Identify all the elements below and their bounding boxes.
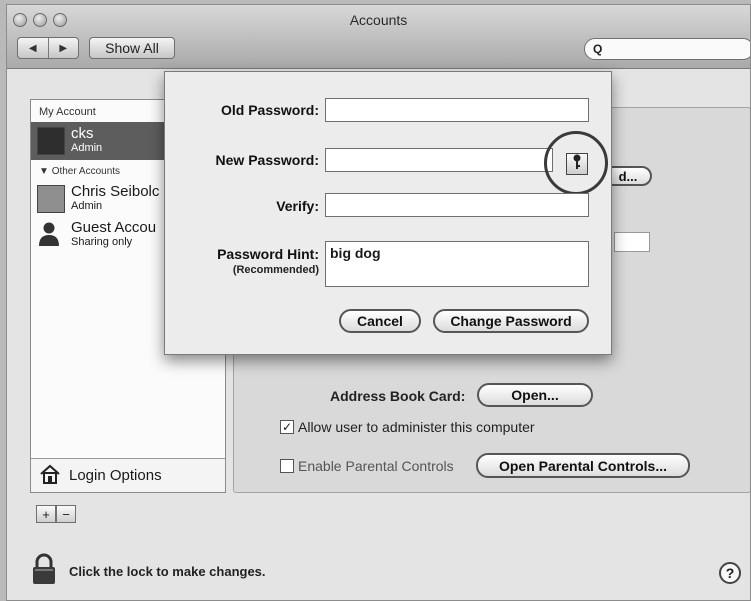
back-forward-control: ◀ ▶ bbox=[17, 37, 79, 59]
password-hint-field[interactable]: big dog bbox=[325, 241, 589, 287]
show-all-button[interactable]: Show All bbox=[89, 37, 175, 59]
new-password-field[interactable] bbox=[325, 148, 553, 172]
account-role: Admin bbox=[71, 200, 103, 212]
account-name: cks bbox=[71, 125, 94, 142]
search-icon: Q bbox=[593, 42, 603, 56]
person-icon bbox=[37, 221, 65, 249]
change-password-button[interactable]: Change Password bbox=[433, 309, 589, 333]
account-name: Guest Accou bbox=[71, 219, 157, 236]
allow-admin-label: Allow user to administer this computer bbox=[298, 419, 535, 435]
password-assistant-button[interactable] bbox=[566, 153, 588, 175]
open-parental-controls-button[interactable]: Open Parental Controls... bbox=[476, 453, 690, 478]
parental-controls-checkbox[interactable] bbox=[280, 459, 294, 473]
parental-controls-label: Enable Parental Controls bbox=[298, 458, 454, 474]
password-hint-label: Password Hint: bbox=[217, 246, 319, 262]
user-avatar bbox=[37, 127, 65, 155]
login-options-label: Login Options bbox=[69, 467, 162, 484]
search-input[interactable]: Q bbox=[584, 38, 750, 60]
new-password-label: New Password: bbox=[215, 152, 319, 168]
account-role: Sharing only bbox=[71, 236, 133, 248]
allow-admin-row: ✓ Allow user to administer this computer bbox=[280, 419, 535, 435]
verify-field[interactable] bbox=[325, 193, 589, 217]
verify-label: Verify: bbox=[276, 198, 319, 214]
lock-area: Click the lock to make changes. bbox=[31, 553, 266, 590]
help-button[interactable]: ? bbox=[719, 562, 741, 584]
other-accounts-header: ▼ Other Accounts bbox=[39, 166, 121, 177]
titlebar: Accounts ◀ ▶ Show All Q bbox=[7, 5, 750, 69]
old-password-field[interactable] bbox=[325, 98, 589, 122]
my-account-header: My Account bbox=[39, 106, 96, 118]
disclosure-triangle-icon[interactable]: ▼ bbox=[39, 166, 49, 177]
account-role: Admin bbox=[71, 142, 103, 154]
parental-row: Enable Parental Controls bbox=[280, 458, 454, 474]
recommended-label: (Recommended) bbox=[232, 264, 319, 276]
add-remove-control: + − bbox=[36, 505, 76, 523]
account-name: Chris Seibolc bbox=[71, 183, 160, 200]
login-options-item[interactable]: Login Options bbox=[31, 458, 225, 492]
user-avatar bbox=[37, 185, 65, 213]
key-icon bbox=[572, 154, 582, 175]
address-book-label: Address Book Card: bbox=[330, 388, 466, 404]
open-address-card-button[interactable]: Open... bbox=[477, 383, 593, 407]
window-title: Accounts bbox=[349, 12, 408, 28]
back-button[interactable]: ◀ bbox=[18, 38, 49, 58]
forward-button[interactable]: ▶ bbox=[49, 38, 79, 58]
old-password-label: Old Password: bbox=[220, 102, 319, 118]
lock-message: Click the lock to make changes. bbox=[69, 564, 266, 579]
add-account-button[interactable]: + bbox=[36, 505, 56, 523]
lock-icon[interactable] bbox=[31, 553, 57, 590]
accounts-window: Accounts ◀ ▶ Show All Q My Account cks A… bbox=[6, 4, 751, 601]
cancel-button[interactable]: Cancel bbox=[339, 309, 421, 333]
allow-admin-checkbox[interactable]: ✓ bbox=[280, 420, 294, 434]
partial-field[interactable] bbox=[614, 232, 650, 252]
change-password-sheet: Old Password: New Password: Verify: Pass… bbox=[164, 71, 612, 355]
remove-account-button[interactable]: − bbox=[56, 505, 76, 523]
house-icon bbox=[39, 464, 61, 488]
